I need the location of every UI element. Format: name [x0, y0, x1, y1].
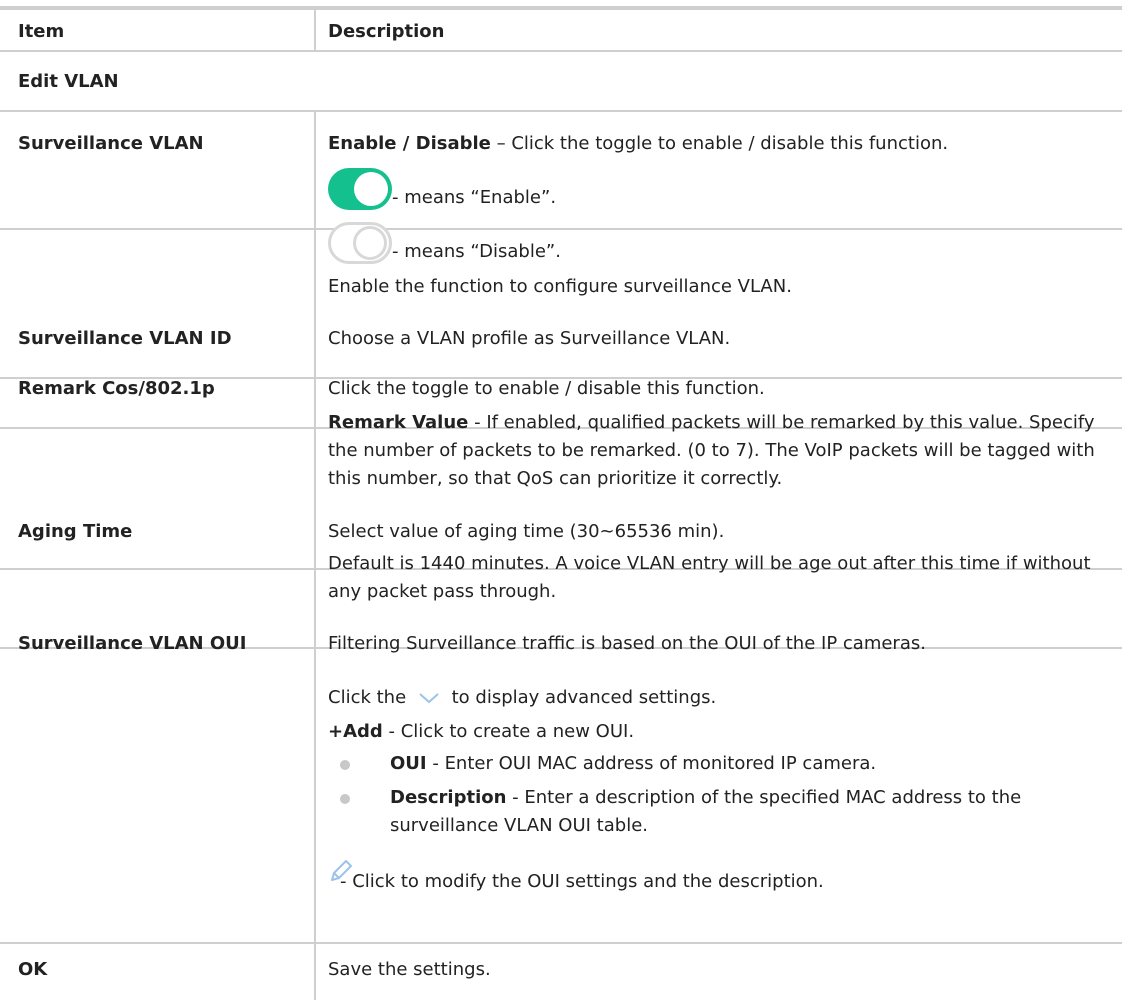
- row-divider: [0, 942, 1122, 944]
- toggle-off-icon: [328, 222, 392, 264]
- header-item: Item: [18, 21, 65, 42]
- column-divider: [314, 110, 316, 1000]
- row-oui-click-line: Click the to display advanced settings.: [328, 687, 717, 708]
- toggle-disable-example: - means “Disable”.: [328, 220, 561, 264]
- row-oui-add-line: +Add - Click to create a new OUI.: [328, 721, 635, 742]
- section-divider: [0, 110, 1122, 112]
- row-surveillance-vlan-line4: Enable the function to configure surveil…: [328, 276, 792, 297]
- row-oui-item: Surveillance VLAN OUI: [18, 633, 247, 654]
- column-divider: [314, 10, 316, 50]
- section-title: Edit VLAN: [18, 71, 119, 92]
- table-top-border: [0, 6, 1122, 10]
- bullet-dot: [340, 760, 350, 770]
- toggle-on-icon: [328, 168, 392, 210]
- header-divider: [0, 50, 1122, 52]
- row-ok-desc: Save the settings.: [328, 959, 491, 980]
- row-remark-cos-line2: Remark Value - If enabled, qualified pac…: [328, 412, 1095, 489]
- document-page: Item Description Edit VLAN Surveillance …: [0, 0, 1122, 1003]
- row-surveillance-vlan-line1: Enable / Disable – Click the toggle to e…: [328, 133, 949, 154]
- row-aging-time-line2: Default is 1440 minutes. A voice VLAN en…: [328, 553, 1091, 602]
- row-surveillance-vlan-item: Surveillance VLAN: [18, 133, 204, 154]
- row-divider: [0, 228, 1122, 230]
- row-surveillance-vlan-id-item: Surveillance VLAN ID: [18, 328, 232, 349]
- row-oui-bullet2: Description - Enter a description of the…: [390, 787, 1022, 836]
- row-oui-bullet1: OUI - Enter OUI MAC address of monitored…: [390, 753, 877, 774]
- row-remark-cos-item: Remark Cos/802.1p: [18, 378, 215, 399]
- bullet-dot: [340, 794, 350, 804]
- row-oui-pencil-text: - Click to modify the OUI settings and t…: [340, 871, 824, 892]
- chevron-down-icon: [419, 693, 439, 704]
- row-aging-time-item: Aging Time: [18, 521, 133, 542]
- toggle-enable-example: - means “Enable”.: [328, 166, 556, 210]
- header-description: Description: [328, 21, 445, 42]
- row-remark-cos-line1: Click the toggle to enable / disable thi…: [328, 378, 765, 399]
- row-ok-item: OK: [18, 959, 48, 980]
- row-surveillance-vlan-id-desc: Choose a VLAN profile as Surveillance VL…: [328, 328, 731, 349]
- row-oui-line1: Filtering Surveillance traffic is based …: [328, 633, 926, 654]
- row-aging-time-line1: Select value of aging time (30~65536 min…: [328, 521, 725, 542]
